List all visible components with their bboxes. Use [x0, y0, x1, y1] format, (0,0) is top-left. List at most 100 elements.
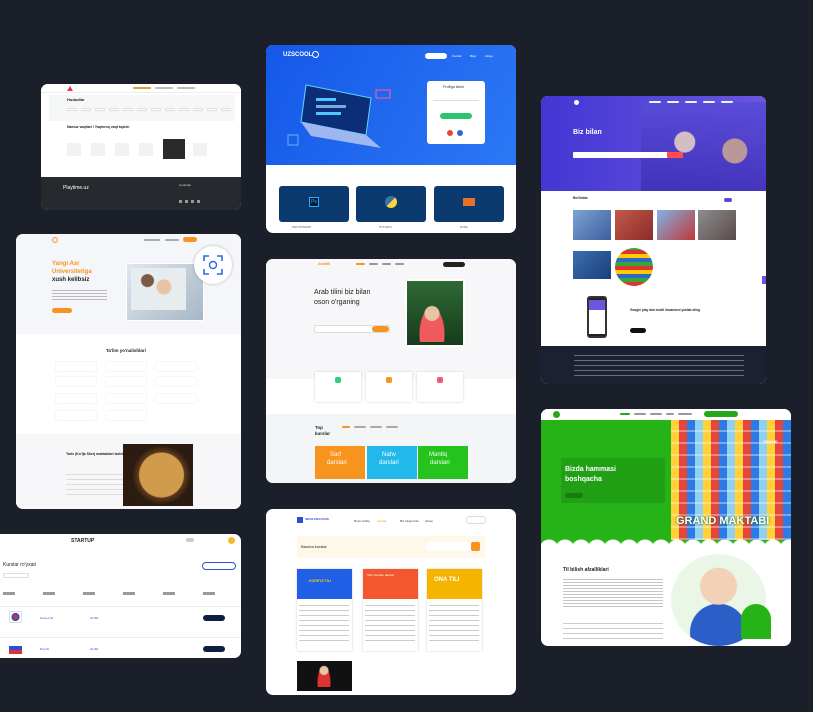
yangiasr-site-card[interactable]: Yangi Asr Universitetiga xush kelibsiz T…: [16, 234, 241, 509]
region-chip[interactable]: [123, 108, 133, 111]
footer-links[interactable]: [574, 354, 744, 376]
login-field[interactable]: [433, 96, 479, 101]
region-chip[interactable]: [221, 108, 231, 111]
nav-link[interactable]: [369, 263, 378, 265]
nav-apply-button[interactable]: [704, 411, 738, 417]
nav-link[interactable]: Aloqa: [425, 519, 433, 523]
category-card[interactable]: [573, 251, 611, 279]
direction-item[interactable]: [56, 377, 96, 386]
nav-link[interactable]: [649, 101, 661, 103]
region-chip[interactable]: [179, 108, 189, 111]
row-action-button[interactable]: [203, 646, 225, 652]
region-chip[interactable]: [67, 108, 77, 111]
nav-link[interactable]: [382, 263, 391, 265]
nav-link[interactable]: Aloqa: [485, 54, 493, 58]
google-play-button[interactable]: [630, 328, 646, 333]
logo[interactable]: STARTUP: [71, 538, 94, 544]
scroll-arrow-icon[interactable]: [762, 276, 766, 284]
nav-link[interactable]: [667, 101, 679, 103]
nav-link[interactable]: [144, 239, 160, 241]
facebook-login-icon[interactable]: [457, 130, 463, 136]
direction-item[interactable]: [56, 411, 96, 420]
bizbilan-site-card[interactable]: Biz bilan Bo'limlar Google play dan mobi…: [541, 96, 766, 384]
direction-item[interactable]: [56, 394, 96, 403]
user-avatar[interactable]: [228, 537, 235, 544]
nav-link[interactable]: [634, 413, 646, 415]
filter-tab[interactable]: [386, 426, 398, 428]
nav-link[interactable]: Blog: [470, 54, 476, 58]
focus-scan-icon: [203, 255, 223, 275]
region-chip[interactable]: [95, 108, 105, 111]
playtime-site-card[interactable]: Hududlar Namuz vaqtlari / Yaqinroq vaqt …: [41, 84, 241, 210]
theme-toggle[interactable]: [186, 538, 194, 542]
filter-tab[interactable]: [354, 426, 366, 428]
register-button[interactable]: [425, 53, 447, 59]
direction-item[interactable]: [106, 411, 146, 420]
direction-item[interactable]: [156, 377, 196, 386]
social-icons[interactable]: [179, 200, 201, 203]
region-chip[interactable]: [137, 108, 147, 111]
nav-register-button[interactable]: [443, 262, 465, 267]
region-chip[interactable]: [207, 108, 217, 111]
category-card[interactable]: [615, 248, 653, 286]
direction-item[interactable]: [56, 362, 96, 371]
search-field[interactable]: [3, 573, 29, 578]
nav-link[interactable]: [650, 413, 662, 415]
direction-item[interactable]: [156, 362, 196, 371]
region-chip[interactable]: [151, 108, 161, 111]
filter-tab[interactable]: [342, 426, 350, 428]
nav-link[interactable]: [703, 101, 715, 103]
filter-tab[interactable]: [370, 426, 382, 428]
nav-cta-button[interactable]: [183, 237, 197, 242]
uzscool-site-card[interactable]: UZSCOOL Kurslar Blog Aloqa Profilga kiri…: [266, 45, 516, 233]
hero-button[interactable]: [565, 493, 583, 498]
category-card[interactable]: [657, 210, 695, 240]
course-tile-subtitle: darslari: [327, 460, 347, 466]
region-chip[interactable]: [81, 108, 91, 111]
nav-link[interactable]: Kurslar: [452, 54, 462, 58]
startup-site-card[interactable]: STARTUP Kurslar ro'yxati Koreys tili A1-…: [0, 534, 241, 658]
search-button[interactable]: [471, 542, 480, 551]
login-button[interactable]: [466, 516, 486, 524]
nav-link-active[interactable]: Kurslar: [377, 519, 387, 523]
category-card[interactable]: [615, 210, 653, 240]
nav-link[interactable]: [666, 413, 674, 415]
category-card[interactable]: [573, 210, 611, 240]
logo[interactable]: SIRIUS EDUCATION: [305, 518, 329, 521]
nav-link[interactable]: [155, 87, 173, 89]
view-all-button[interactable]: [724, 198, 732, 202]
search-button[interactable]: [372, 326, 389, 332]
grand-maktabi-site-card[interactable]: GRAND Bizda hammasi boshqacha GRAND MAKT…: [541, 409, 791, 646]
logo[interactable]: Arabtili: [318, 262, 330, 266]
region-chip[interactable]: [109, 108, 119, 111]
search-button[interactable]: [667, 152, 683, 158]
sirius-site-card[interactable]: SIRIUS EDUCATION Bosh sahifa Kurslar Biz…: [266, 509, 516, 695]
google-login-icon[interactable]: [447, 130, 453, 136]
region-chip[interactable]: [193, 108, 203, 111]
logo[interactable]: UZSCOOL: [283, 52, 312, 58]
login-submit-button[interactable]: [440, 113, 472, 119]
nav-link[interactable]: [721, 101, 733, 103]
nav-link[interactable]: [133, 87, 151, 89]
nav-link[interactable]: [177, 87, 195, 89]
nav-link[interactable]: [165, 239, 179, 241]
nav-link[interactable]: [685, 101, 697, 103]
nav-link[interactable]: [356, 263, 365, 265]
row-action-button[interactable]: [203, 615, 225, 621]
prayer-time-box: [67, 143, 81, 156]
nav-link[interactable]: [395, 263, 404, 265]
direction-item[interactable]: [106, 394, 146, 403]
direction-item[interactable]: [156, 394, 196, 403]
direction-item[interactable]: [106, 377, 146, 386]
add-course-button[interactable]: [202, 562, 236, 570]
hero-button[interactable]: [52, 308, 72, 313]
nav-link[interactable]: [620, 413, 630, 415]
hero-title-line1: Yangi Asr: [52, 261, 80, 267]
category-card[interactable]: [698, 210, 736, 240]
arabtili-site-card[interactable]: Arabtili Arab tilini biz bilan oson o'rg…: [266, 259, 516, 483]
direction-item[interactable]: [106, 362, 146, 371]
region-chip[interactable]: [165, 108, 175, 111]
nav-link[interactable]: [678, 413, 692, 415]
nav-link[interactable]: Biz haqimizda: [400, 519, 419, 523]
nav-link[interactable]: Bosh sahifa: [354, 519, 370, 523]
